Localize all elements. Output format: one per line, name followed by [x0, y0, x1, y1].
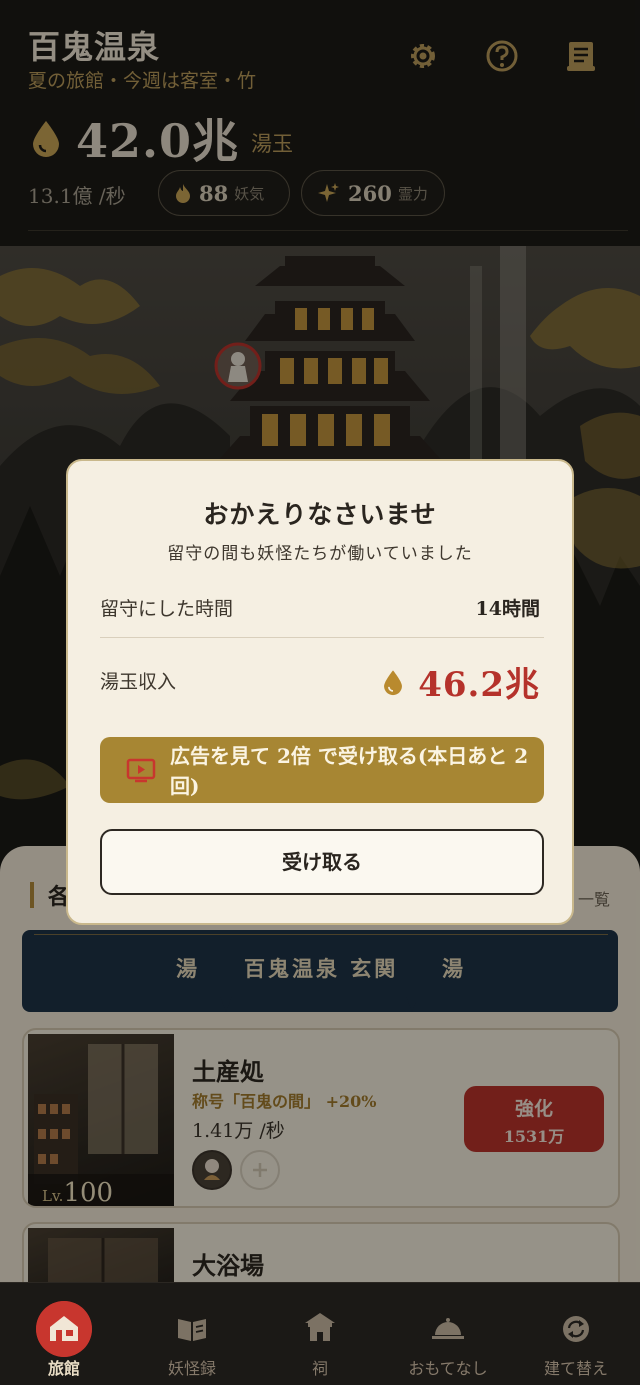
- dialog-subtitle: 留守の間も妖怪たちが働いていました: [167, 544, 473, 564]
- nav-label: おもてなし: [408, 1359, 488, 1378]
- income-value: 46.2兆: [418, 665, 540, 705]
- inn-icon: [36, 1301, 92, 1357]
- shrine-icon: [305, 1313, 335, 1341]
- dialog-title: おかえりなさいませ: [203, 500, 437, 529]
- dialog-divider: [100, 637, 544, 638]
- book-icon: [178, 1319, 206, 1341]
- yudama-drop-icon: [384, 669, 403, 695]
- nav-tab-omotenashi[interactable]: おもてなし: [384, 1283, 512, 1385]
- income-label: 湯玉収入: [100, 671, 177, 693]
- watch-ad-double-button[interactable]: 広告を見て 2倍 で受け取る(本日あと 2 回): [100, 737, 544, 803]
- watch-ad-label: 広告を見て 2倍 で受け取る(本日あと 2 回): [170, 744, 529, 798]
- nav-tab-yokai-book[interactable]: 妖怪録: [128, 1283, 256, 1385]
- away-time-value: 14時間: [475, 598, 540, 620]
- nav-label: 祠: [311, 1359, 328, 1378]
- nav-label: 妖怪録: [167, 1359, 216, 1378]
- income-display: 46.2兆: [382, 657, 540, 706]
- nav-label: 旅館: [47, 1359, 80, 1378]
- bottom-nav: 旅館 妖怪録 祠 おもてなし 建て替え: [0, 1282, 640, 1385]
- claim-button[interactable]: 受け取る: [100, 829, 544, 895]
- nav-tab-shrine[interactable]: 祠: [256, 1283, 384, 1385]
- rebuild-icon: [563, 1316, 589, 1342]
- offline-earnings-dialog: おかえりなさいませ 留守の間も妖怪たちが働いていました 留守にした時間 14時間…: [66, 459, 574, 925]
- cloche-icon: [432, 1318, 464, 1339]
- away-time-label: 留守にした時間: [100, 598, 234, 620]
- nav-label: 建て替え: [543, 1359, 608, 1378]
- nav-tab-inn[interactable]: 旅館: [0, 1283, 128, 1385]
- nav-tab-rebuild[interactable]: 建て替え: [512, 1283, 640, 1385]
- tv-ad-icon: [126, 758, 156, 783]
